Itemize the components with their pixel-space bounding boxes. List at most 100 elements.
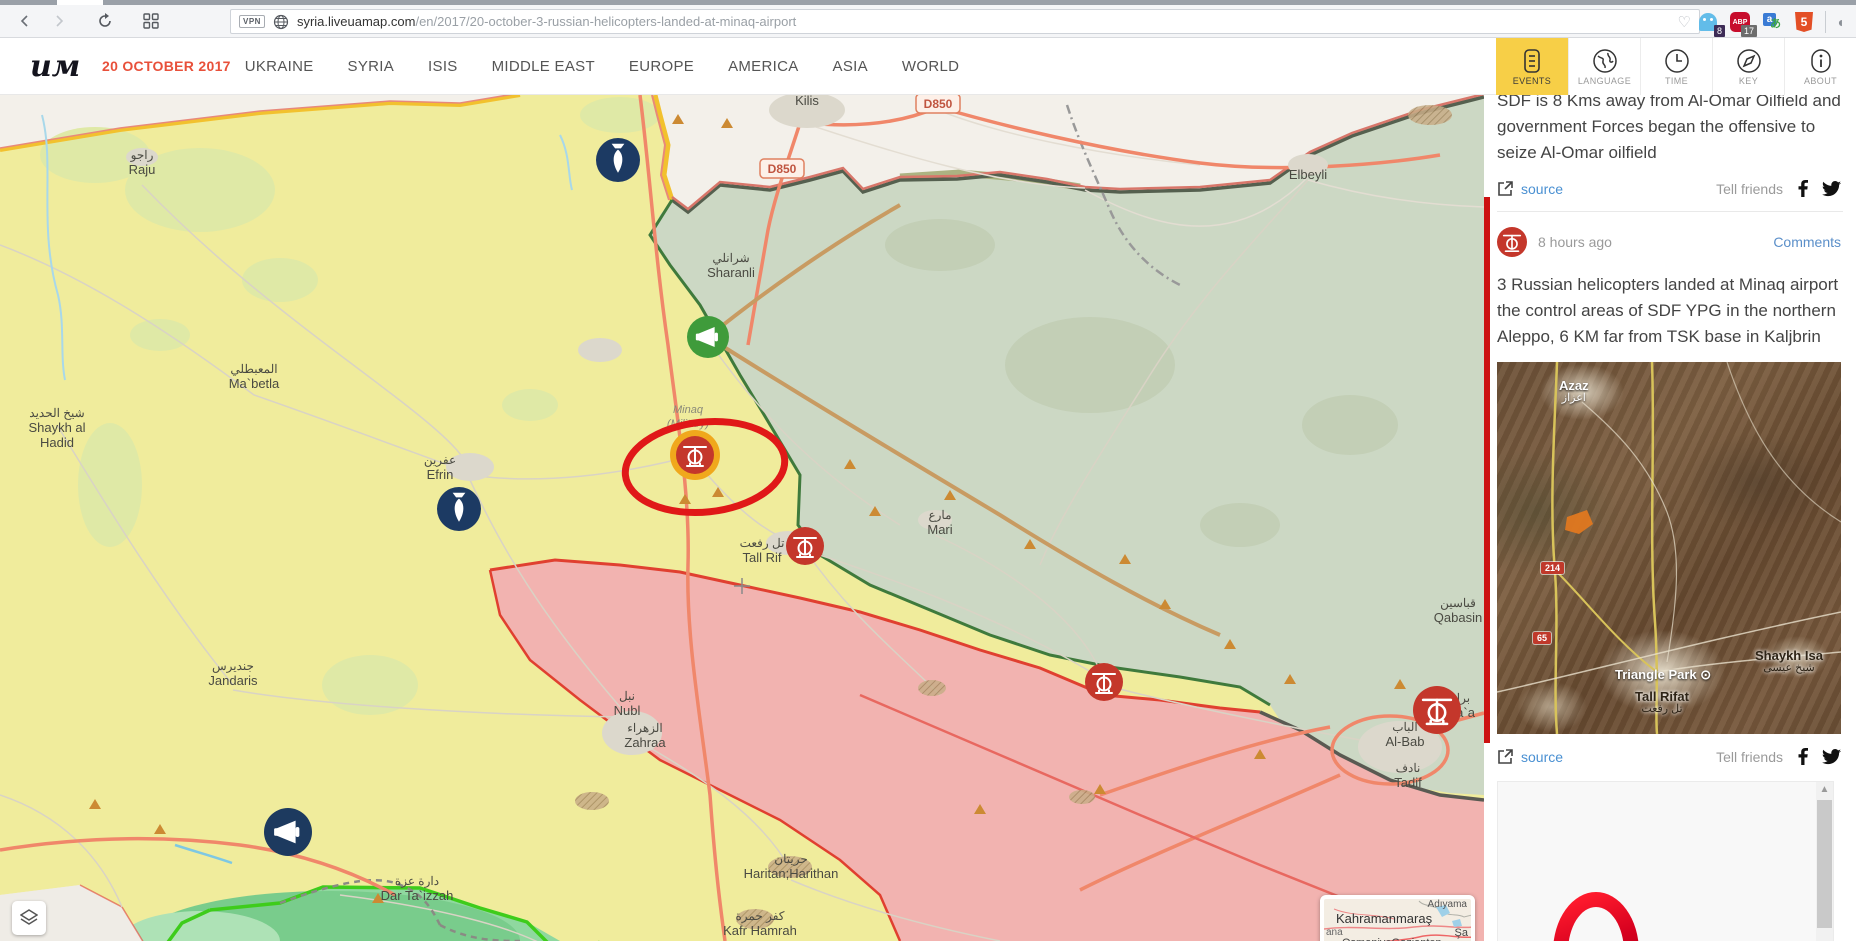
nav-item-syria[interactable]: SYRIA <box>348 58 395 75</box>
event-item-selected[interactable]: 8 hours ago Comments 3 Russian helicopte… <box>1497 212 1843 941</box>
tell-friends-label: Tell friends <box>1716 749 1783 765</box>
bomb-event-marker[interactable] <box>437 487 481 531</box>
scroll-up-arrow[interactable]: ▲ <box>1816 782 1833 798</box>
svg-text:D850: D850 <box>924 97 953 111</box>
nav-item-europe[interactable]: EUROPE <box>629 58 694 75</box>
ghostery-extension-icon[interactable]: 8 <box>1697 11 1719 33</box>
map-label-qabasin: Qabasin <box>1434 610 1482 625</box>
bookmark-heart-icon[interactable]: ♡ <box>1678 13 1691 31</box>
map-label-raju: Raju <box>129 162 156 177</box>
tool-events[interactable]: EVENTS <box>1496 38 1568 95</box>
mega-event-marker[interactable] <box>264 808 312 856</box>
forward-button[interactable] <box>42 8 76 34</box>
map-label-jandaris: Jandaris <box>208 673 258 688</box>
heli-event-marker[interactable] <box>1413 686 1461 734</box>
tool-time[interactable]: TIME <box>1640 38 1712 95</box>
map-label-ar: دارة عزة <box>395 874 439 888</box>
vpn-badge[interactable]: VPN <box>239 15 265 28</box>
nav-item-ukraine[interactable]: UKRAINE <box>245 58 314 75</box>
ad-block[interactable]: ▲ <box>1497 781 1834 941</box>
source-link[interactable]: source <box>1521 749 1563 765</box>
nav-item-asia[interactable]: ASIA <box>833 58 868 75</box>
inset-bottom-label: OsmaniyeGaziantep <box>1342 937 1442 941</box>
bomb-event-marker[interactable] <box>596 138 640 182</box>
map-label-ar: راجو <box>130 148 154 162</box>
map-label-ar: الزهراء <box>627 721 663 735</box>
map-label-sharanli: Sharanli <box>707 265 755 280</box>
map-label-ar: حريتان <box>774 852 807 866</box>
facebook-icon[interactable] <box>1797 748 1808 765</box>
map-label-elbeyli: Elbeyli <box>1289 167 1327 182</box>
map-label-ar: المعبطلي <box>230 362 277 376</box>
adblock-badge: 17 <box>1741 25 1757 37</box>
opera-logo <box>1553 892 1639 941</box>
event-item[interactable]: SDF is 8 Kms away from Al-Omar Oilfield … <box>1497 95 1843 212</box>
tool-language[interactable]: LANGUAGE <box>1568 38 1640 95</box>
overview-inset-map[interactable]: Kahramanmaraş OsmaniyeGaziantep ana Şa A… <box>1320 895 1475 941</box>
inset-right-label: Şa <box>1455 927 1468 939</box>
comments-link[interactable]: Comments <box>1773 234 1841 250</box>
map-label-zahraa: Zahraa <box>624 735 666 750</box>
map-label-dar-ta-izzah: Dar Ta`izzah <box>381 888 454 903</box>
map-label-ar: جنديرس <box>212 659 254 673</box>
tool-label: KEY <box>1739 76 1758 86</box>
map-label-ar: الباب <box>1392 720 1418 734</box>
twitter-icon[interactable] <box>1822 181 1841 197</box>
sidebar-toggle-icon[interactable]: ◖ <box>1836 14 1846 30</box>
heli-event-marker[interactable] <box>1085 663 1123 701</box>
map-label-al-bab: Al-Bab <box>1385 734 1424 749</box>
region-menu: UKRAINE SYRIA ISIS MIDDLE EAST EUROPE AMERICA… <box>245 58 960 75</box>
map-label-kafr-hamrah: Kafr Hamrah <box>723 923 797 938</box>
nav-item-isis[interactable]: ISIS <box>428 58 458 75</box>
tell-friends-label: Tell friends <box>1716 181 1783 197</box>
map-label-ar: تل رفعت <box>740 536 785 550</box>
event-text: 3 Russian helicopters landed at Minaq ai… <box>1497 272 1841 350</box>
ad-scrollbar[interactable]: ▲ <box>1816 782 1833 941</box>
speed-dial-button[interactable] <box>134 8 168 34</box>
liveuamap-logo[interactable]: uм <box>30 49 90 84</box>
url-text[interactable]: syria.liveuamap.com/en/2017/20-october-3… <box>297 14 1678 29</box>
tool-label: ABOUT <box>1804 76 1837 86</box>
adblock-extension-icon[interactable]: ABP 17 <box>1729 11 1751 33</box>
map-label-efrin: Efrin <box>427 467 454 482</box>
scroll-thumb[interactable] <box>1817 800 1832 928</box>
heli-event-marker[interactable] <box>670 430 720 480</box>
map-layers-button[interactable] <box>12 901 46 935</box>
nav-tools: EVENTSLANGUAGETIME KEY ABOUT <box>1496 38 1856 95</box>
back-button[interactable] <box>8 8 42 34</box>
html5-extension-icon[interactable]: 5 <box>1793 11 1815 33</box>
current-date[interactable]: 20 OCTOBER 2017 <box>102 58 231 74</box>
nav-item-america[interactable]: AMERICA <box>728 58 798 75</box>
map-canvas[interactable]: راجوRajuKilisElbeyliشرانليSharanliالمعبط… <box>0 95 1484 941</box>
source-link[interactable]: source <box>1521 181 1563 197</box>
event-satellite-image[interactable]: AzazاعزازTriangle Park ⊙Tall Rifatتل رفع… <box>1497 362 1841 734</box>
map-label-nubl: Nubl <box>614 703 641 718</box>
map-label-ar: شرانلي <box>712 251 749 265</box>
map-label-ar: عفرين <box>424 453 456 467</box>
site-globe-icon <box>273 14 289 30</box>
external-link-icon <box>1497 180 1514 197</box>
twitter-icon[interactable] <box>1822 749 1841 765</box>
satellite-road-badge: 65 <box>1533 632 1551 644</box>
facebook-icon[interactable] <box>1797 180 1808 197</box>
reload-button[interactable] <box>88 8 122 34</box>
heli-event-marker[interactable] <box>786 527 824 565</box>
satellite-label: Tall Rifatتل رفعت <box>1635 689 1689 715</box>
site-navbar: uм 20 OCTOBER 2017 UKRAINE SYRIA ISIS MIDDL… <box>0 38 1856 95</box>
selected-event-indicator <box>1484 197 1490 743</box>
satellite-road-badge: 214 <box>1541 562 1564 574</box>
mega-event-marker[interactable] <box>687 316 729 358</box>
nav-item-world[interactable]: WORLD <box>902 58 959 75</box>
url-bar[interactable]: VPN syria.liveuamap.com/en/2017/20-octob… <box>230 9 1700 34</box>
tool-about[interactable]: ABOUT <box>1784 38 1856 95</box>
events-sidebar: SDF is 8 Kms away from Al-Omar Oilfield … <box>1484 95 1856 941</box>
toolbar-separator <box>1825 11 1826 33</box>
tool-key[interactable]: KEY <box>1712 38 1784 95</box>
map-label-haritan-harithan: Haritan;Harithan <box>744 866 839 881</box>
map-label-shaykh-al: Shaykh al <box>28 420 85 435</box>
translate-extension-icon[interactable]: aあ <box>1761 11 1783 33</box>
map-label-hadid: Hadid <box>40 435 74 450</box>
map-label-ar: شيخ الحديد <box>29 406 84 420</box>
nav-item-middle-east[interactable]: MIDDLE EAST <box>492 58 595 75</box>
svg-text:D850: D850 <box>768 162 797 176</box>
